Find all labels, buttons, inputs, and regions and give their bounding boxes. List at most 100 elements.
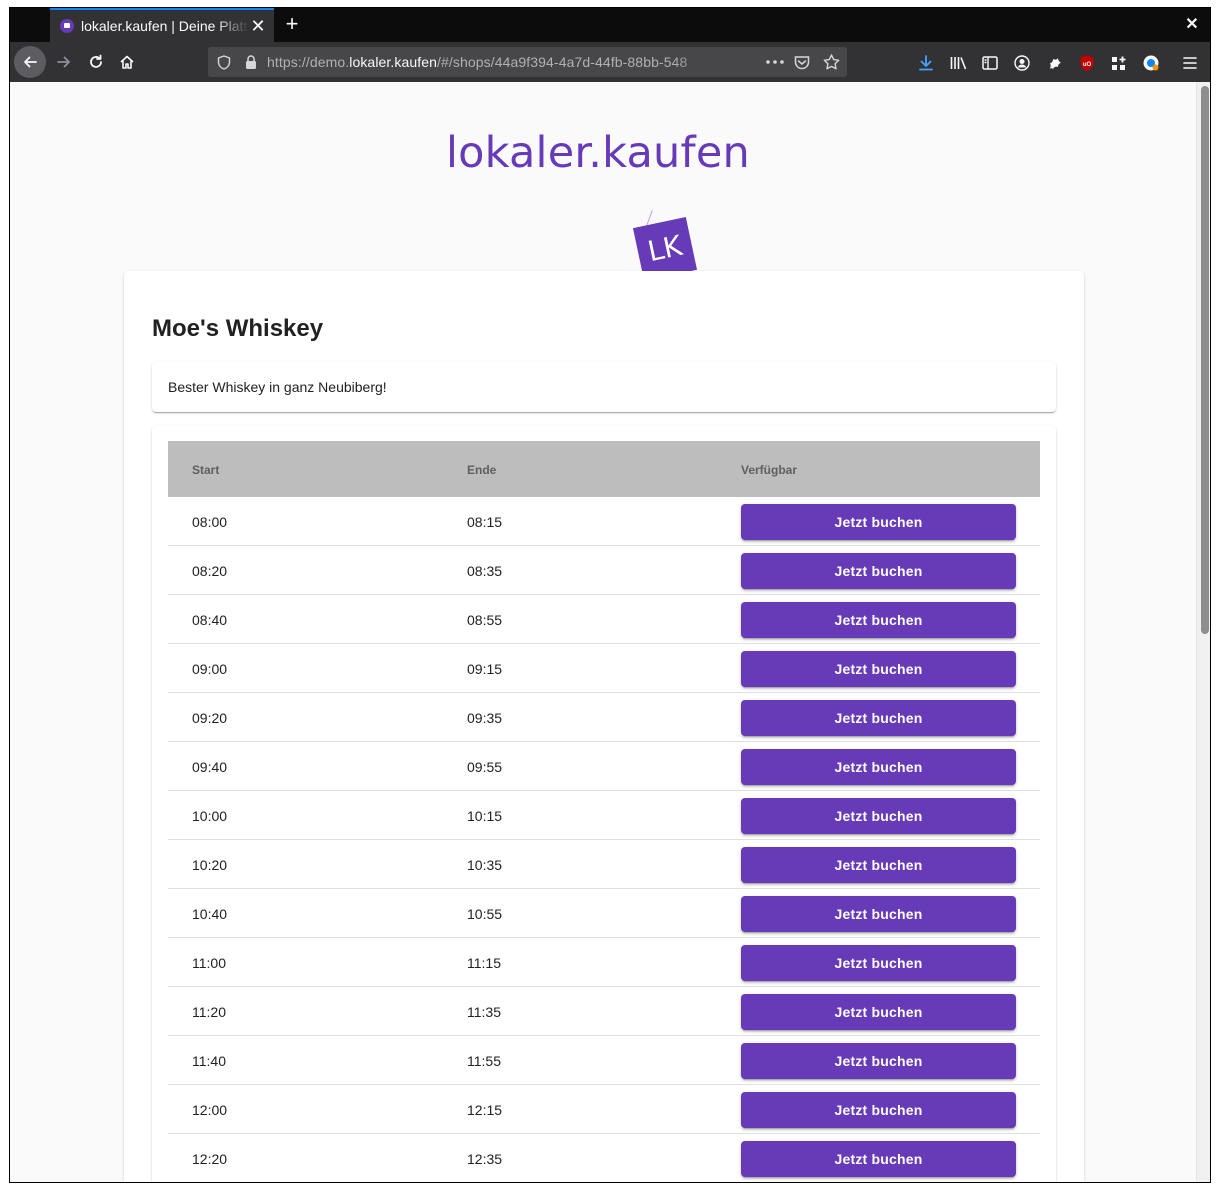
- download-icon[interactable]: [917, 54, 935, 72]
- slot-end-time: 10:15: [467, 808, 503, 824]
- slot-end-time: 08:55: [467, 612, 503, 628]
- slot-end-time: 08:15: [467, 514, 503, 530]
- book-now-button[interactable]: Jetzt buchen: [741, 798, 1016, 834]
- table-row: 08:40 08:55 Jetzt buchen: [168, 595, 1040, 644]
- table-row: 11:40 11:55 Jetzt buchen: [168, 1036, 1040, 1085]
- slot-start-time: 12:00: [192, 1102, 228, 1118]
- slot-end-time: 12:35: [467, 1151, 503, 1167]
- book-now-button[interactable]: Jetzt buchen: [741, 1092, 1016, 1128]
- reload-icon: [90, 54, 102, 68]
- table-row: 11:00 11:15 Jetzt buchen: [168, 938, 1040, 987]
- shop-description-card: Bester Whiskey in ganz Neubiberg!: [152, 362, 1056, 412]
- book-now-button[interactable]: Jetzt buchen: [741, 994, 1016, 1030]
- grid-icon[interactable]: [1109, 54, 1127, 72]
- menu-icon[interactable]: [1181, 54, 1199, 72]
- column-header-start: Start: [192, 463, 220, 477]
- book-now-button[interactable]: Jetzt buchen: [741, 553, 1016, 589]
- book-now-button[interactable]: Jetzt buchen: [741, 945, 1016, 981]
- table-row: 11:20 11:35 Jetzt buchen: [168, 987, 1040, 1036]
- shop-description: Bester Whiskey in ganz Neubiberg!: [168, 379, 387, 395]
- slot-start-time: 09:40: [192, 759, 228, 775]
- url-prefix: https://demo.: [267, 54, 350, 70]
- slot-end-time: 11:35: [467, 1004, 501, 1020]
- table-header: Start Ende Verfügbar: [168, 441, 1040, 497]
- slot-end-time: 08:35: [467, 563, 503, 579]
- extension-icon[interactable]: [1045, 54, 1063, 72]
- book-now-button[interactable]: Jetzt buchen: [741, 847, 1016, 883]
- table-row: 12:00 12:15 Jetzt buchen: [168, 1085, 1040, 1134]
- more-icon[interactable]: [764, 54, 786, 70]
- logo-text: lokaler.kaufen: [446, 128, 750, 178]
- book-now-button[interactable]: Jetzt buchen: [741, 651, 1016, 687]
- site-logo[interactable]: lokaler.kaufen LK: [446, 128, 776, 282]
- vpn-icon[interactable]: [1141, 53, 1161, 73]
- slot-start-time: 11:40: [192, 1053, 226, 1069]
- tab-active[interactable]: lokaler.kaufen | Deine Plattform ✕: [50, 8, 274, 42]
- pocket-icon[interactable]: [794, 54, 810, 70]
- library-icon[interactable]: [949, 54, 967, 72]
- home-icon: [120, 55, 134, 69]
- book-now-button[interactable]: Jetzt buchen: [741, 602, 1016, 638]
- sidebar-icon[interactable]: [981, 54, 999, 72]
- slot-end-time: 11:55: [467, 1053, 501, 1069]
- navigation-toolbar: https://demo.lokaler.kaufen/#/shops/44a9…: [10, 42, 1210, 82]
- book-now-button[interactable]: Jetzt buchen: [741, 749, 1016, 785]
- lock-icon[interactable]: [243, 54, 259, 70]
- book-now-button[interactable]: Jetzt buchen: [741, 1043, 1016, 1079]
- table-row: 08:00 08:15 Jetzt buchen: [168, 497, 1040, 546]
- scrollbar-thumb[interactable]: [1201, 86, 1209, 634]
- svg-text:uO: uO: [1083, 62, 1092, 68]
- home-button[interactable]: [111, 46, 143, 78]
- table-row: 10:00 10:15 Jetzt buchen: [168, 791, 1040, 840]
- table-row: 10:20 10:35 Jetzt buchen: [168, 840, 1040, 889]
- slot-end-time: 09:35: [467, 710, 503, 726]
- tab-strip: lokaler.kaufen | Deine Plattform ✕ + ✕: [10, 8, 1210, 42]
- slot-start-time: 11:00: [192, 955, 226, 971]
- new-tab-button[interactable]: +: [281, 12, 303, 38]
- address-bar[interactable]: https://demo.lokaler.kaufen/#/shops/44a9…: [208, 47, 847, 77]
- bookmark-star-icon[interactable]: [822, 53, 840, 71]
- slot-start-time: 10:40: [192, 906, 228, 922]
- timeslot-table: Start Ende Verfügbar 08:00 08:15 Jetzt buc…: [152, 426, 1056, 1182]
- slot-end-time: 09:55: [467, 759, 503, 775]
- slot-end-time: 11:15: [467, 955, 501, 971]
- page-viewport: lokaler.kaufen LK Moe's Whiskey Bester W…: [10, 82, 1210, 1182]
- slot-start-time: 09:00: [192, 661, 228, 677]
- back-arrow-icon: [24, 56, 37, 68]
- shield-icon[interactable]: [216, 54, 232, 70]
- forward-arrow-icon: [57, 56, 70, 68]
- site-favicon-icon: [60, 19, 74, 33]
- tab-title: lokaler.kaufen | Deine Plattform: [81, 18, 249, 34]
- column-header-available: Verfügbar: [741, 463, 798, 477]
- browser-window: lokaler.kaufen | Deine Plattform ✕ + ✕ h…: [9, 7, 1211, 1183]
- slot-start-time: 08:40: [192, 612, 228, 628]
- slot-end-time: 10:35: [467, 857, 503, 873]
- table-row: 09:20 09:35 Jetzt buchen: [168, 693, 1040, 742]
- shop-name: Moe's Whiskey: [152, 315, 324, 342]
- reload-button[interactable]: [80, 46, 112, 78]
- slot-start-time: 10:20: [192, 857, 228, 873]
- url-text[interactable]: https://demo.lokaler.kaufen/#/shops/44a9…: [267, 54, 727, 70]
- table-body: 08:00 08:15 Jetzt buchen 08:20 08:35 Jetzt bu…: [168, 497, 1040, 1182]
- book-now-button[interactable]: Jetzt buchen: [741, 1141, 1016, 1177]
- slot-end-time: 12:15: [467, 1102, 503, 1118]
- tab-close-icon[interactable]: ✕: [249, 16, 267, 36]
- slot-start-time: 10:00: [192, 808, 228, 824]
- slot-end-time: 10:55: [467, 906, 503, 922]
- url-domain: lokaler.kaufen: [349, 54, 438, 70]
- slot-start-time: 09:20: [192, 710, 228, 726]
- book-now-button[interactable]: Jetzt buchen: [741, 504, 1016, 540]
- ublock-icon[interactable]: uO: [1077, 53, 1097, 73]
- slot-start-time: 12:20: [192, 1151, 228, 1167]
- window-close-button[interactable]: ✕: [1182, 14, 1202, 36]
- back-button[interactable]: [14, 46, 46, 78]
- forward-button[interactable]: [48, 46, 80, 78]
- account-icon[interactable]: [1013, 54, 1031, 72]
- table-row: 08:20 08:35 Jetzt buchen: [168, 546, 1040, 595]
- url-path: /#/shops/44a9f394-4a7d-44fb-88bb-548: [437, 54, 688, 70]
- book-now-button[interactable]: Jetzt buchen: [741, 896, 1016, 932]
- book-now-button[interactable]: Jetzt buchen: [741, 700, 1016, 736]
- slot-start-time: 11:20: [192, 1004, 226, 1020]
- table-row: 09:00 09:15 Jetzt buchen: [168, 644, 1040, 693]
- page-scrollbar[interactable]: [1196, 82, 1210, 1182]
